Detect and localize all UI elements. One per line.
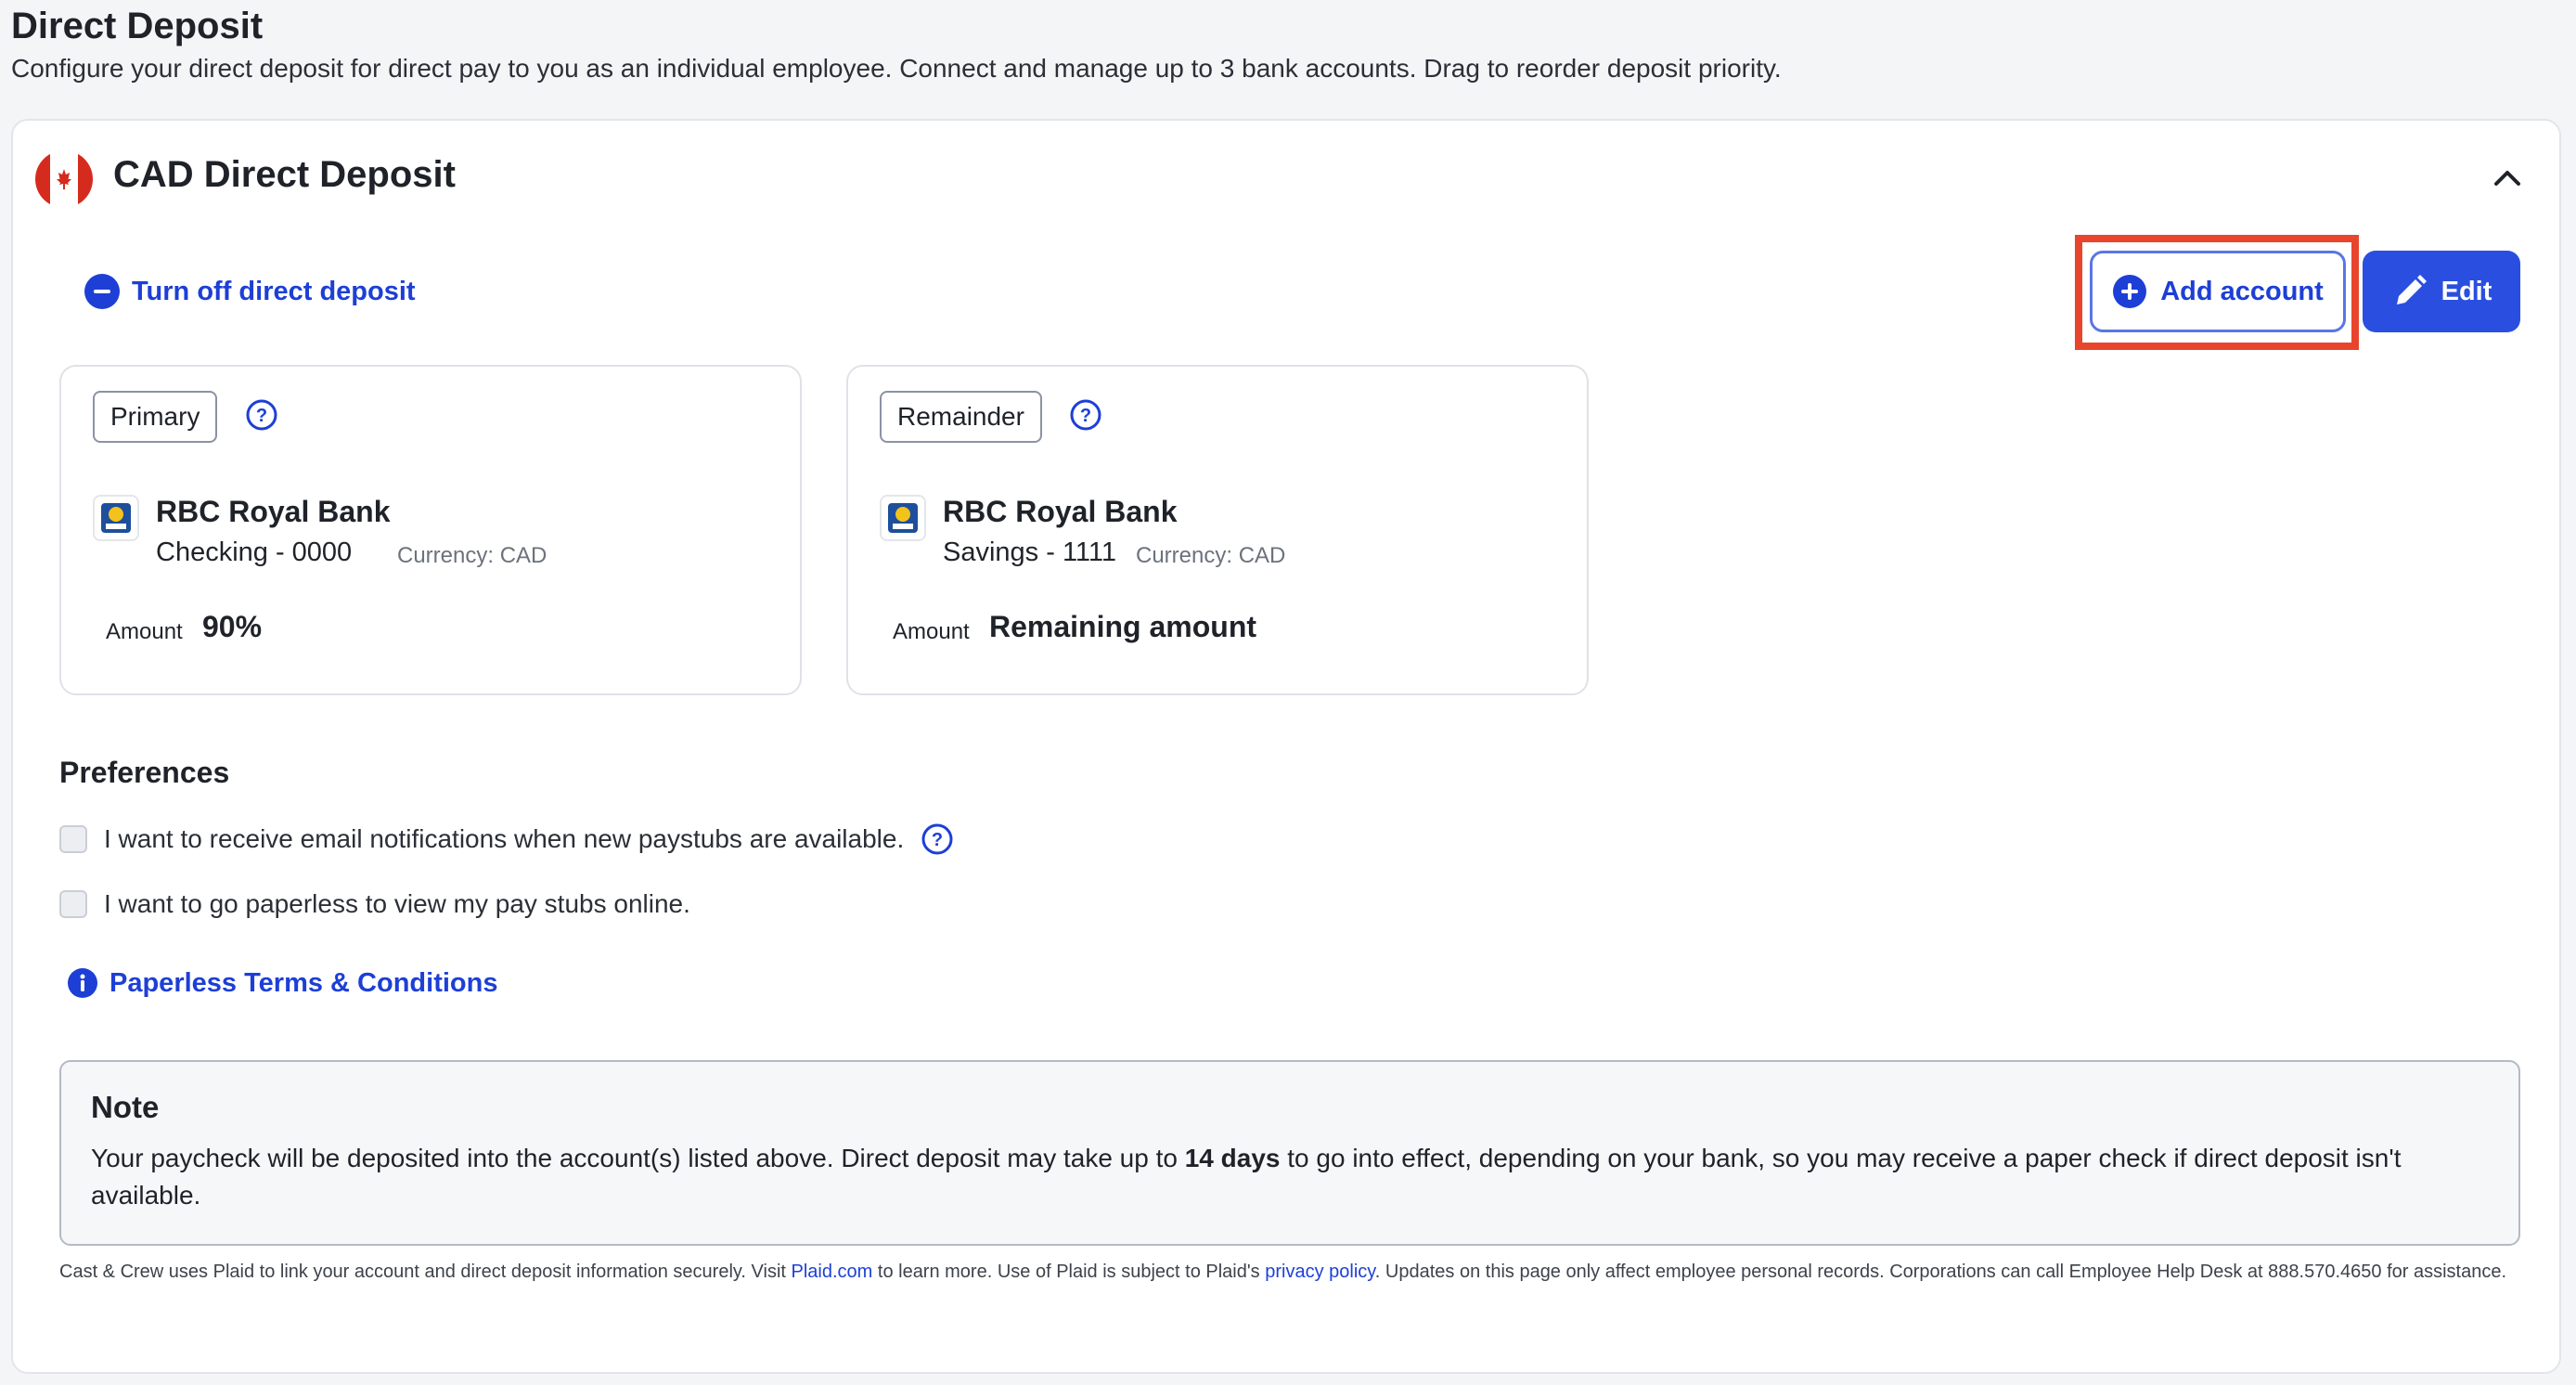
page-subtitle: Configure your direct deposit for direct… — [11, 54, 1782, 83]
rbc-logo-icon — [880, 495, 926, 541]
account-number: Savings - 1111 — [943, 537, 1116, 567]
help-icon[interactable]: ? — [1069, 398, 1102, 432]
canada-flag-icon — [35, 150, 93, 208]
pencil-icon — [2396, 275, 2427, 304]
edit-label: Edit — [2441, 276, 2492, 306]
note-emphasis: 14 days — [1184, 1144, 1281, 1172]
rbc-logo-icon — [93, 495, 139, 541]
email-notifications-option[interactable]: I want to receive email notifications wh… — [59, 822, 954, 856]
info-icon — [68, 968, 97, 998]
note-body: Your paycheck will be deposited into the… — [91, 1140, 2485, 1214]
bank-name: RBC Royal Bank — [156, 495, 391, 528]
email-notifications-checkbox[interactable] — [59, 825, 87, 853]
add-account-button[interactable]: Add account — [2090, 251, 2346, 332]
svg-text:?: ? — [932, 830, 943, 850]
account-card-primary[interactable]: Primary ? RBC Royal Bank Checking - 0000… — [59, 365, 802, 695]
paperless-terms-link[interactable]: Paperless Terms & Conditions — [67, 967, 497, 999]
account-card-remainder[interactable]: Remainder ? RBC Royal Bank Savings - 111… — [846, 365, 1589, 695]
paperless-label: I want to go paperless to view my pay st… — [104, 889, 690, 918]
note-box: Note Your paycheck will be deposited int… — [59, 1060, 2520, 1246]
footer-disclaimer: Cast & Crew uses Plaid to link your acco… — [59, 1259, 2509, 1285]
paperless-option[interactable]: I want to go paperless to view my pay st… — [59, 889, 690, 919]
plaid-link[interactable]: Plaid.com — [792, 1262, 873, 1282]
amount-label: Amount — [893, 619, 970, 644]
amount-value: Remaining amount — [989, 610, 1257, 643]
amount-value: 90% — [202, 610, 263, 643]
footer-text-mid: to learn more. Use of Plaid is subject t… — [872, 1262, 1266, 1282]
account-currency: Currency: CAD — [1136, 543, 1286, 568]
help-icon[interactable]: ? — [245, 398, 278, 432]
page-title: Direct Deposit — [11, 6, 264, 46]
cad-direct-deposit-card: CAD Direct Deposit Turn off direct depos… — [11, 119, 2561, 1374]
footer-text-end: . Updates on this page only affect emplo… — [1374, 1262, 2507, 1282]
bank-name: RBC Royal Bank — [943, 495, 1178, 528]
note-title: Note — [91, 1090, 160, 1124]
section-title: CAD Direct Deposit — [113, 154, 456, 195]
email-notifications-label: I want to receive email notifications wh… — [104, 824, 905, 853]
svg-text:?: ? — [1080, 406, 1091, 426]
chevron-up-icon[interactable] — [2487, 158, 2528, 199]
amount-label: Amount — [106, 619, 183, 644]
footer-text: Cast & Crew uses Plaid to link your acco… — [59, 1262, 792, 1282]
account-number: Checking - 0000 — [156, 537, 353, 567]
minus-circle-icon — [84, 274, 120, 309]
account-tag: Primary — [93, 391, 218, 443]
preferences-title: Preferences — [59, 756, 230, 789]
account-currency: Currency: CAD — [397, 543, 547, 568]
account-tag: Remainder — [880, 391, 1042, 443]
add-account-label: Add account — [2160, 276, 2324, 306]
edit-button[interactable]: Edit — [2363, 251, 2520, 332]
turn-off-label: Turn off direct deposit — [132, 276, 416, 306]
paperless-checkbox[interactable] — [59, 890, 87, 918]
turn-off-direct-deposit-link[interactable]: Turn off direct deposit — [84, 273, 416, 310]
plus-circle-icon — [2113, 275, 2147, 308]
paperless-terms-label: Paperless Terms & Conditions — [109, 967, 498, 998]
svg-text:?: ? — [256, 406, 267, 426]
help-icon[interactable]: ? — [921, 822, 954, 856]
note-text: Your paycheck will be deposited into the… — [91, 1144, 1185, 1172]
privacy-policy-link[interactable]: privacy policy — [1265, 1262, 1375, 1282]
